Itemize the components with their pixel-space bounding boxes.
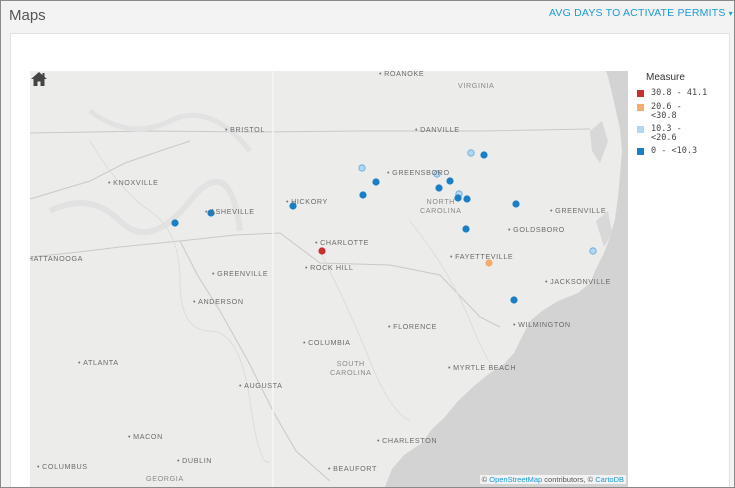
city-label: COLUMBUS bbox=[37, 462, 88, 471]
map-data-point[interactable] bbox=[359, 191, 367, 199]
map-data-point[interactable] bbox=[435, 184, 443, 192]
city-label: FAYETTEVILLE bbox=[450, 252, 513, 261]
map-attribution: © OpenStreetMap contributors, © CartoDB bbox=[479, 475, 626, 484]
city-label: AUGUSTA bbox=[239, 381, 283, 390]
legend-items: 30.8 - 41.1 20.6 - <30.8 10.3 - <20.6 0 - <10… bbox=[636, 89, 731, 161]
openstreetmap-link[interactable]: OpenStreetMap bbox=[489, 475, 542, 484]
legend-item[interactable]: 30.8 - 41.1 bbox=[636, 89, 731, 103]
city-label: GREENVILLE bbox=[212, 269, 268, 278]
region-label: GEORGIA bbox=[146, 474, 184, 483]
state-border bbox=[30, 128, 591, 134]
city-label: CHARLOTTE bbox=[315, 238, 369, 247]
city-label: ROCK HILL bbox=[305, 263, 353, 272]
legend-label: 10.3 - <20.6 bbox=[651, 124, 682, 143]
map-data-point[interactable] bbox=[358, 164, 366, 172]
city-label: WILMINGTON bbox=[513, 320, 571, 329]
city-label: CHATTANOOGA bbox=[30, 254, 84, 263]
city-label: GOLDSBORO bbox=[508, 225, 565, 234]
legend-label: 20.6 - <30.8 bbox=[651, 102, 682, 121]
city-label: KNOXVILLE bbox=[108, 178, 158, 187]
map-data-point[interactable] bbox=[446, 177, 454, 185]
map-basemap bbox=[30, 71, 628, 487]
region-label: SOUTH CAROLINA bbox=[330, 359, 372, 377]
city-label: FLORENCE bbox=[388, 322, 437, 331]
legend-label: 30.8 - 41.1 bbox=[651, 88, 708, 98]
city-label: ROANOKE bbox=[379, 71, 424, 78]
legend-item[interactable]: 0 - <10.3 bbox=[636, 147, 731, 161]
state-border bbox=[30, 140, 191, 200]
map-data-point[interactable] bbox=[467, 149, 475, 157]
city-label: BRISTOL bbox=[225, 125, 265, 134]
city-label: GREENVILLE bbox=[550, 206, 606, 215]
map-data-point[interactable] bbox=[171, 219, 179, 227]
home-icon[interactable] bbox=[30, 71, 48, 87]
region-label: VIRGINIA bbox=[458, 81, 495, 90]
city-label: JACKSONVILLE bbox=[545, 277, 611, 286]
river bbox=[319, 250, 411, 422]
legend-swatch bbox=[637, 90, 644, 97]
map-data-point[interactable] bbox=[463, 195, 471, 203]
cartodb-link[interactable]: CartoDB bbox=[595, 475, 624, 484]
city-label: MACON bbox=[128, 432, 163, 441]
legend-item[interactable]: 10.3 - <20.6 bbox=[636, 125, 731, 147]
city-label: DUBLIN bbox=[177, 456, 212, 465]
legend-item[interactable]: 20.6 - <30.8 bbox=[636, 103, 731, 125]
city-label: MYRTLE BEACH bbox=[448, 363, 516, 372]
measure-dropdown-label: AVG DAYS TO ACTIVATE PERMITS bbox=[549, 7, 726, 19]
city-label: ANDERSON bbox=[193, 297, 244, 306]
city-label: ASHEVILLE bbox=[205, 207, 255, 216]
city-label: CHARLESTON bbox=[377, 436, 437, 445]
measure-dropdown[interactable]: AVG DAYS TO ACTIVATE PERMITS ▾ bbox=[549, 7, 733, 19]
city-label: GREENSBORO bbox=[387, 168, 450, 177]
legend-swatch bbox=[637, 126, 644, 133]
map-data-point[interactable] bbox=[512, 200, 520, 208]
legend-title: Measure bbox=[646, 72, 685, 83]
map-data-point[interactable] bbox=[589, 247, 597, 255]
map-data-point[interactable] bbox=[372, 178, 380, 186]
attribution-middle: contributors, © bbox=[542, 475, 596, 484]
river bbox=[409, 220, 501, 372]
map-legend: Measure 30.8 - 41.1 20.6 - <30.8 10.3 - <20.… bbox=[636, 71, 731, 161]
map-data-point[interactable] bbox=[480, 151, 488, 159]
legend-swatch bbox=[637, 148, 644, 155]
legend-label: 0 - <10.3 bbox=[651, 146, 698, 156]
city-label: BEAUFORT bbox=[328, 464, 377, 473]
page-title: Maps bbox=[9, 7, 46, 24]
city-label: DANVILLE bbox=[415, 125, 460, 134]
map-data-point[interactable] bbox=[318, 247, 326, 255]
map-data-point[interactable] bbox=[462, 225, 470, 233]
maps-panel-frame: Maps AVG DAYS TO ACTIVATE PERMITS ▾ • RO… bbox=[0, 0, 735, 488]
map-view[interactable]: ROANOKE BRISTOL DANVILLE KNOXVILLE GREENSBOR… bbox=[30, 71, 628, 487]
city-label: COLUMBIA bbox=[303, 338, 350, 347]
chevron-down-icon: ▾ bbox=[728, 9, 733, 18]
city-label: ATLANTA bbox=[78, 358, 119, 367]
sound-water bbox=[590, 121, 608, 163]
region-label: NORTH CAROLINA bbox=[420, 197, 462, 215]
legend-swatch bbox=[637, 104, 644, 111]
city-label: HICKORY bbox=[286, 197, 328, 206]
map-data-point[interactable] bbox=[510, 296, 518, 304]
